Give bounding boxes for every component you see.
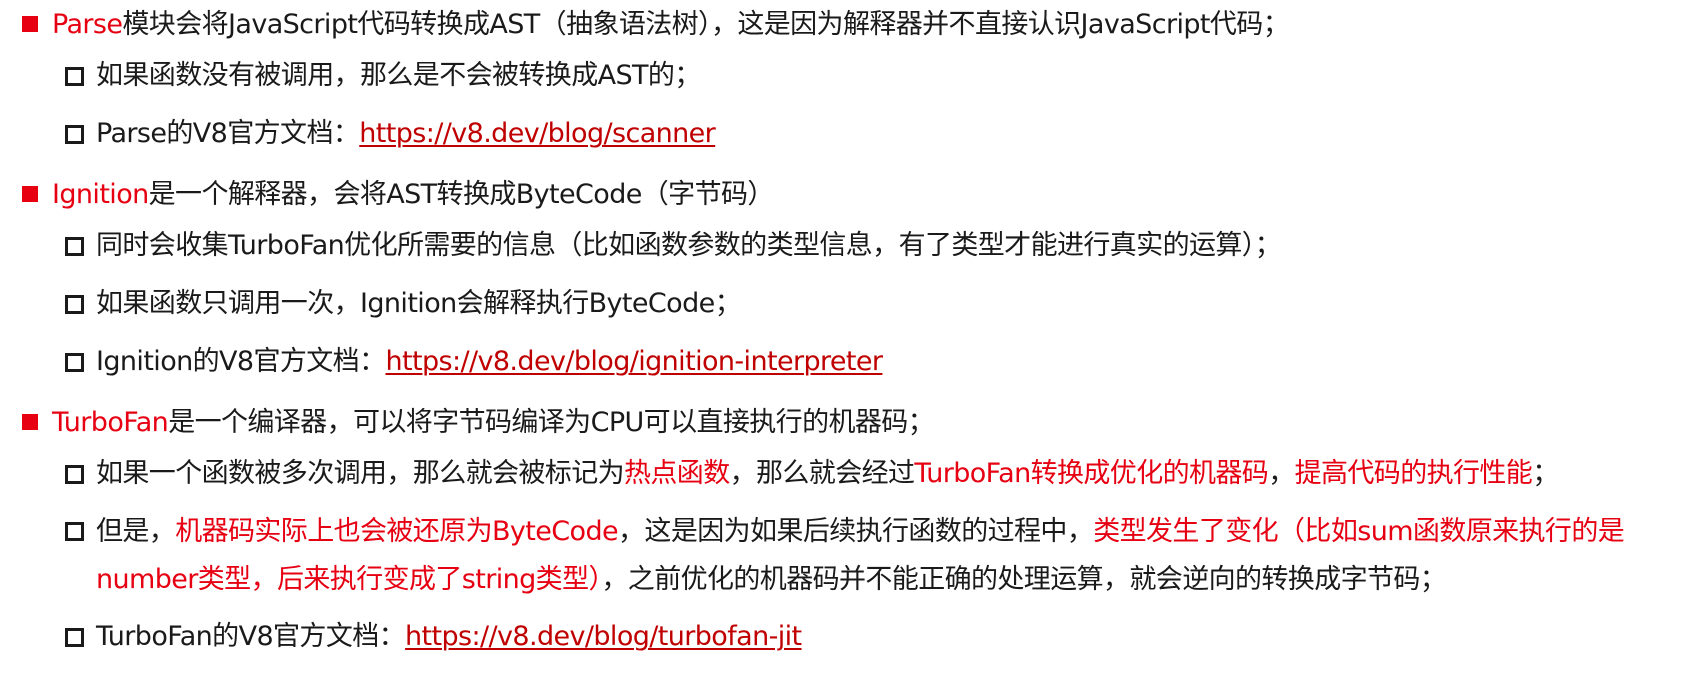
hollow-square-bullet-icon — [65, 237, 84, 256]
parse-doc-label: Parse的V8官方文档： — [96, 118, 360, 149]
ignition-doc-link[interactable]: https://v8.dev/blog/ignition-interpreter — [385, 346, 883, 377]
ignition-title-text: 是一个解释器，会将AST转换成ByteCode（字节码） — [148, 179, 775, 210]
hollow-square-bullet-icon — [65, 628, 84, 647]
ignition-item-2: 如果函数只调用一次，Ignition会解释执行ByteCode； — [0, 281, 1701, 339]
turbofan-item-2-highlight: 机器码实际上也会被还原为ByteCode — [175, 516, 619, 547]
hollow-square-bullet-icon — [65, 295, 84, 314]
parse-title-keyword: Parse — [52, 9, 123, 40]
section-turbofan: TurboFan是一个编译器，可以将字节码编译为CPU可以直接执行的机器码； 如… — [0, 401, 1701, 672]
turbofan-item-1-part: ，那么就会经过 — [729, 458, 915, 489]
parse-item-1-text: 如果函数没有被调用，那么是不会被转换成AST的； — [96, 60, 701, 91]
turbofan-item-1: 如果一个函数被多次调用，那么就会被标记为热点函数，那么就会经过TurboFan转… — [0, 451, 1701, 509]
red-square-bullet-icon — [22, 414, 38, 430]
hollow-square-bullet-icon — [65, 67, 84, 86]
parse-item-1: 如果函数没有被调用，那么是不会被转换成AST的； — [0, 53, 1701, 111]
turbofan-item-2: 但是，机器码实际上也会被还原为ByteCode，这是因为如果后续执行函数的过程中… — [0, 508, 1701, 614]
red-square-bullet-icon — [22, 16, 38, 32]
parse-doc-link[interactable]: https://v8.dev/blog/scanner — [359, 118, 716, 149]
parse-title-text: 模块会将JavaScript代码转换成AST（抽象语法树），这是因为解释器并不直… — [122, 9, 1290, 40]
turbofan-item-1-highlight: 热点函数 — [624, 458, 730, 489]
hollow-square-bullet-icon — [65, 465, 84, 484]
turbofan-doc-link[interactable]: https://v8.dev/blog/turbofan-jit — [405, 621, 802, 652]
ignition-title-keyword: Ignition — [52, 179, 149, 210]
hollow-square-bullet-icon — [65, 522, 84, 541]
turbofan-heading: TurboFan是一个编译器，可以将字节码编译为CPU可以直接执行的机器码； — [0, 401, 1701, 451]
turbofan-doc-label: TurboFan的V8官方文档： — [96, 621, 406, 652]
slide-content: Parse模块会将JavaScript代码转换成AST（抽象语法树），这是因为解… — [0, 0, 1701, 696]
section-parse: Parse模块会将JavaScript代码转换成AST（抽象语法树），这是因为解… — [0, 3, 1701, 169]
ignition-item-1-text: 同时会收集TurboFan优化所需要的信息（比如函数参数的类型信息，有了类型才能… — [96, 230, 1282, 261]
turbofan-item-1-highlight: TurboFan转换成优化的机器码 — [914, 458, 1269, 489]
parse-doc-item: Parse的V8官方文档：https://v8.dev/blog/scanner — [0, 111, 1701, 169]
red-square-bullet-icon — [22, 186, 38, 202]
ignition-item-1: 同时会收集TurboFan优化所需要的信息（比如函数参数的类型信息，有了类型才能… — [0, 223, 1701, 281]
ignition-doc-label: Ignition的V8官方文档： — [96, 346, 386, 377]
ignition-doc-item: Ignition的V8官方文档：https://v8.dev/blog/igni… — [0, 339, 1701, 397]
turbofan-item-1-part: ， — [1268, 458, 1295, 489]
parse-heading: Parse模块会将JavaScript代码转换成AST（抽象语法树），这是因为解… — [0, 3, 1701, 53]
ignition-item-2-text: 如果函数只调用一次，Ignition会解释执行ByteCode； — [96, 288, 742, 319]
turbofan-item-1-part: ； — [1532, 458, 1559, 489]
turbofan-item-2-part: ，这是因为如果后续执行函数的过程中， — [618, 516, 1094, 547]
hollow-square-bullet-icon — [65, 353, 84, 372]
ignition-heading: Ignition是一个解释器，会将AST转换成ByteCode（字节码） — [0, 173, 1701, 223]
turbofan-item-2-text: 但是，机器码实际上也会被还原为ByteCode，这是因为如果后续执行函数的过程中… — [96, 508, 1701, 604]
turbofan-item-2-part: ，之前优化的机器码并不能正确的处理运算，就会逆向的转换成字节码； — [601, 564, 1447, 595]
turbofan-item-1-highlight: 提高代码的执行性能 — [1294, 458, 1533, 489]
section-ignition: Ignition是一个解释器，会将AST转换成ByteCode（字节码） 同时会… — [0, 173, 1701, 397]
hollow-square-bullet-icon — [65, 125, 84, 144]
turbofan-doc-item: TurboFan的V8官方文档：https://v8.dev/blog/turb… — [0, 614, 1701, 672]
turbofan-item-2-part: 但是， — [96, 516, 176, 547]
turbofan-item-1-part: 如果一个函数被多次调用，那么就会被标记为 — [96, 458, 625, 489]
turbofan-title-text: 是一个编译器，可以将字节码编译为CPU可以直接执行的机器码； — [168, 407, 935, 438]
turbofan-title-keyword: TurboFan — [52, 407, 169, 438]
